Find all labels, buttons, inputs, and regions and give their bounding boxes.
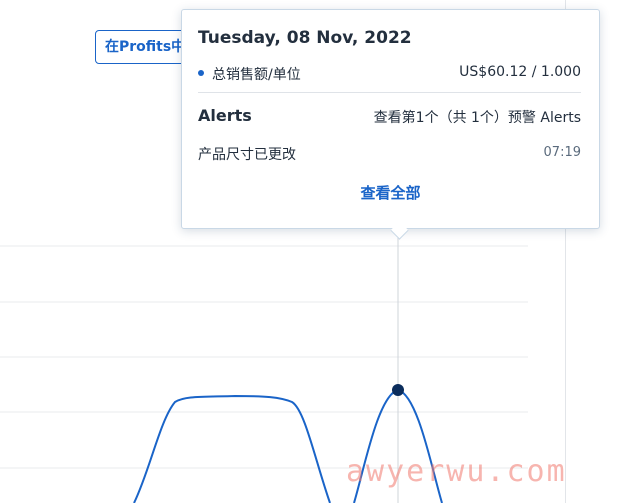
alerts-header: Alerts 查看第1个（共 1个）预警 Alerts	[198, 106, 581, 126]
grid-lines	[0, 245, 528, 469]
tooltip-metric-row: 总销售额/单位 US$60.12 / 1.000	[198, 64, 581, 84]
alert-text: 产品尺寸已更改	[198, 147, 296, 163]
metric-value: US$60.12 / 1.000	[459, 64, 581, 80]
series-dot-icon	[198, 70, 204, 76]
highlighted-data-point[interactable]	[392, 384, 404, 396]
chart-tooltip: Tuesday, 08 Nov, 2022 总销售额/单位 US$60.12 /…	[181, 9, 600, 240]
alert-item: 产品尺寸已更改 07:19	[198, 144, 581, 164]
view-all-link[interactable]: 查看全部	[182, 182, 599, 203]
tooltip-divider	[198, 92, 581, 93]
alert-time: 07:19	[543, 145, 581, 160]
metric-label: 总销售额/单位	[212, 67, 301, 83]
tooltip-date: Tuesday, 08 Nov, 2022	[198, 28, 412, 48]
alerts-summary: 查看第1个（共 1个）预警 Alerts	[373, 110, 581, 126]
alerts-title: Alerts	[198, 106, 252, 125]
watermark: awyerwu.com	[346, 454, 567, 489]
